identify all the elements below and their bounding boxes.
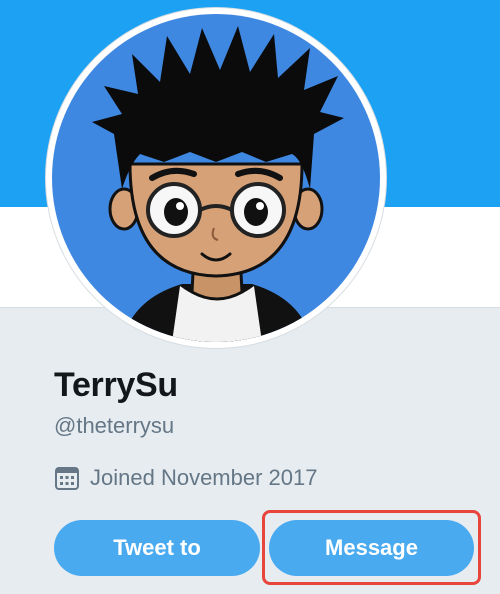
tweet-to-button[interactable]: Tweet to — [54, 520, 260, 576]
calendar-icon — [55, 467, 79, 490]
message-button-highlight — [262, 510, 481, 585]
cartoon-avatar-icon — [52, 14, 380, 342]
joined-date: Joined November 2017 — [90, 465, 318, 490]
joined-date-row: Joined November 2017 — [54, 465, 317, 491]
profile-handle[interactable]: @theterrysu — [54, 413, 174, 439]
avatar[interactable] — [46, 8, 386, 348]
profile-name: TerrySu — [54, 366, 178, 404]
